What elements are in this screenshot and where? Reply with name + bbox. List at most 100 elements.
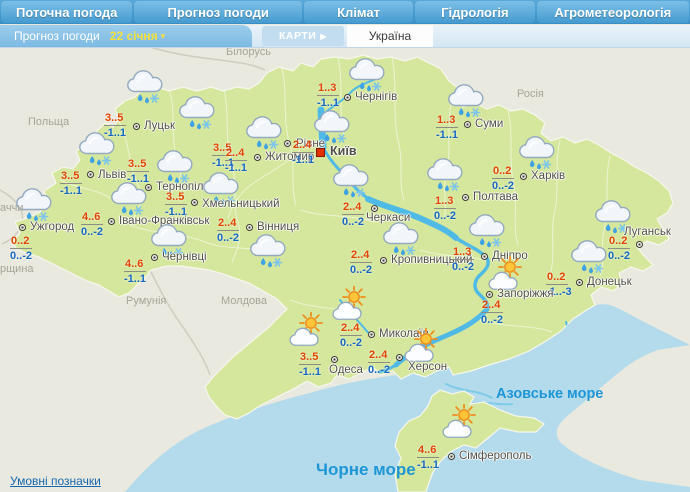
night-temp: 0..-2 xyxy=(608,250,631,262)
date-selector[interactable]: 22 січня xyxy=(110,29,158,43)
day-temp: 4..6 xyxy=(81,212,104,225)
nav-hydrology[interactable]: Гідрологія xyxy=(415,1,535,23)
temperature-Миколаїв: 2..4 0..-2 xyxy=(340,323,363,349)
city-label[interactable]: Донецьк xyxy=(587,276,632,288)
night-temp: -1..1 xyxy=(417,459,440,471)
sea-label: Чорне море xyxy=(316,460,416,479)
maps-button[interactable]: КАРТИ ▶ xyxy=(262,26,344,46)
tab-forecast-active[interactable]: Прогноз погоди 22 січня ▾ xyxy=(0,25,252,47)
day-temp: 0..2 xyxy=(546,272,569,285)
nav-agrometeorology[interactable]: Агрометеорологія xyxy=(536,1,690,23)
country-label: рщина xyxy=(0,263,34,275)
nav-forecast[interactable]: Прогноз погоди xyxy=(134,1,302,23)
day-temp: 2..4 xyxy=(350,250,373,263)
city-label[interactable]: Одеса xyxy=(329,364,363,376)
day-temp: 3..5 xyxy=(104,113,127,126)
main-navigation: Поточна погода Прогноз погоди Клімат Гід… xyxy=(0,0,690,24)
city-marker[interactable] xyxy=(133,123,140,130)
city-marker[interactable] xyxy=(284,140,291,147)
city-marker[interactable] xyxy=(462,194,469,201)
temperature-Вінниця: 2..4 0..-2 xyxy=(217,218,240,244)
arrow-right-icon: ▶ xyxy=(320,31,327,41)
legend-link[interactable]: Умовні позначки xyxy=(10,474,101,488)
city-marker[interactable] xyxy=(368,331,375,338)
city-marker[interactable] xyxy=(396,354,403,361)
city-label[interactable]: Чернігів xyxy=(355,91,397,103)
chevron-down-icon[interactable]: ▾ xyxy=(161,31,166,42)
day-temp: 2..4 xyxy=(368,350,391,363)
city-label[interactable]: Суми xyxy=(475,118,503,130)
city-marker[interactable] xyxy=(636,241,643,248)
night-temp: 0..-2 xyxy=(452,261,475,273)
city-marker[interactable] xyxy=(191,199,198,206)
day-temp: 2..4 xyxy=(292,140,315,153)
night-temp: -1..1 xyxy=(292,154,315,166)
temperature-Чернівці: 4..6 -1..1 xyxy=(124,259,147,285)
city-marker[interactable] xyxy=(464,121,471,128)
rain-snow-cloud-icon xyxy=(176,94,218,139)
temperature-Херсон: 2..4 0..-2 xyxy=(368,350,391,376)
city-label[interactable]: Київ xyxy=(330,144,357,158)
city-marker[interactable] xyxy=(371,205,378,212)
temperature-Черкаси: 2..4 0..-2 xyxy=(342,202,365,228)
day-temp: 2..4 xyxy=(217,218,240,231)
night-temp: 0..-2 xyxy=(434,210,457,222)
city-marker[interactable] xyxy=(87,171,94,178)
night-temp: -1..1 xyxy=(225,162,248,174)
city-marker[interactable] xyxy=(576,279,583,286)
city-marker[interactable] xyxy=(108,218,115,225)
city-marker[interactable] xyxy=(151,254,158,261)
city-label[interactable]: Харків xyxy=(531,170,565,182)
nav-climate[interactable]: Клімат xyxy=(303,1,414,23)
night-temp: 0..-2 xyxy=(350,264,373,276)
temperature-Луганськ: 0..2 0..-2 xyxy=(608,236,631,262)
day-temp: 3..5 xyxy=(127,159,150,172)
city-label[interactable]: Запоріжжя xyxy=(497,288,554,300)
city-label[interactable]: Херсон xyxy=(408,361,447,373)
city-marker[interactable] xyxy=(380,257,387,264)
temperature-Суми: 1..3 -1..1 xyxy=(436,115,459,141)
night-temp: 0..-2 xyxy=(217,232,240,244)
country-label: аччи xyxy=(0,202,24,214)
city-label[interactable]: Вінниця xyxy=(257,221,299,233)
temperature-Київ: 2..4 -1..1 xyxy=(292,140,315,166)
city-marker[interactable] xyxy=(486,291,493,298)
night-temp: -1..1 xyxy=(317,97,340,109)
capital-marker[interactable] xyxy=(316,148,325,157)
day-temp: 3..5 xyxy=(165,192,188,205)
city-label[interactable]: Луганськ xyxy=(624,226,671,238)
city-label[interactable]: Хмельницький xyxy=(202,198,280,210)
tab-ukraine[interactable]: Україна xyxy=(347,25,433,47)
day-temp: 0..2 xyxy=(492,166,515,179)
temperature-Харків: 0..2 0..-2 xyxy=(492,166,515,192)
maps-button-label: КАРТИ xyxy=(279,30,317,42)
day-temp: 1..3 xyxy=(317,83,340,96)
day-temp: 0..2 xyxy=(10,236,33,249)
night-temp: 0..-2 xyxy=(481,314,504,326)
city-label[interactable]: Чернівці xyxy=(162,251,207,263)
city-marker[interactable] xyxy=(254,154,261,161)
country-label: Румунія xyxy=(126,295,167,307)
tab-forecast-label: Прогноз погоди xyxy=(14,29,100,43)
temperature-Ужгород: 0..2 0..-2 xyxy=(10,236,33,262)
city-label[interactable]: Луцьк xyxy=(144,120,175,132)
sub-header: Прогноз погоди 22 січня ▾ КАРТИ ▶ Україн… xyxy=(0,25,690,48)
day-temp: 1..3 xyxy=(436,115,459,128)
city-marker[interactable] xyxy=(520,173,527,180)
night-temp: 0..-2 xyxy=(368,364,391,376)
city-label[interactable]: Сімферополь xyxy=(459,450,532,462)
night-temp: 0..-2 xyxy=(340,337,363,349)
city-marker[interactable] xyxy=(448,453,455,460)
city-label[interactable]: Полтава xyxy=(473,191,518,203)
day-temp: 2..4 xyxy=(342,202,365,215)
city-label[interactable]: Ужгород xyxy=(30,221,74,233)
temperature-Запоріжжя: 2..4 0..-2 xyxy=(481,300,504,326)
rain-snow-cloud-icon xyxy=(124,68,166,113)
city-marker[interactable] xyxy=(19,224,26,231)
city-marker[interactable] xyxy=(344,94,351,101)
city-marker[interactable] xyxy=(331,356,338,363)
temperature-Львів: 3..5 -1..1 xyxy=(60,171,83,197)
nav-current-weather[interactable]: Поточна погода xyxy=(1,1,133,23)
day-temp: 1..3 xyxy=(452,247,475,260)
city-marker[interactable] xyxy=(246,224,253,231)
